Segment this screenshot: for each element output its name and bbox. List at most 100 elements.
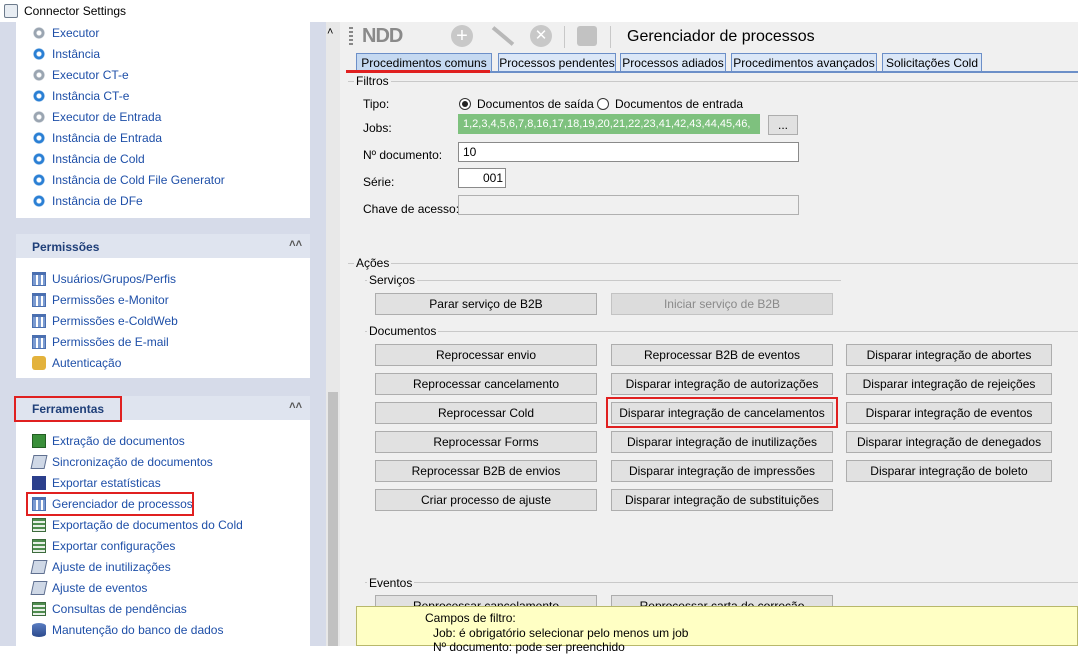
sidebar-item-ajuste-de-eventos[interactable]: Ajuste de eventos bbox=[30, 579, 148, 597]
delete-icon[interactable]: ✕ bbox=[530, 25, 552, 47]
tab-solicita-es-cold[interactable]: Solicitações Cold bbox=[882, 53, 982, 71]
window-titlebar: Connector Settings bbox=[0, 0, 1078, 22]
reprocessar-forms-button[interactable]: Reprocessar Forms bbox=[375, 431, 597, 453]
ferramentas-header[interactable]: Ferramentas ˄˄ bbox=[16, 396, 310, 420]
users-grid-icon bbox=[32, 314, 46, 328]
reprocessar-b2b-de-envios-button[interactable]: Reprocessar B2B de envios bbox=[375, 460, 597, 482]
sidebar-item-label: Ajuste de eventos bbox=[52, 581, 148, 595]
toolbar-scroll-up-icon[interactable]: ˄ bbox=[327, 26, 333, 38]
gear-blue-icon bbox=[32, 194, 46, 208]
documento-field[interactable]: 10 bbox=[458, 142, 799, 162]
disparar-integra-o-de-autoriza-es-button[interactable]: Disparar integração de autorizações bbox=[611, 373, 833, 395]
tab-processos-adiados[interactable]: Processos adiados bbox=[620, 53, 726, 71]
sidebar-item-inst-ncia-de-cold[interactable]: Instância de Cold bbox=[32, 150, 145, 168]
chave-field[interactable] bbox=[458, 195, 799, 215]
sidebar-item-label: Manutenção do banco de dados bbox=[52, 623, 224, 637]
jobs-field[interactable]: 1,2,3,4,5,6,7,8,16,17,18,19,20,21,22,23,… bbox=[458, 114, 760, 134]
sidebar-item-consultas-de-pend-ncias[interactable]: Consultas de pendências bbox=[32, 600, 187, 618]
page-icon bbox=[30, 560, 48, 574]
sidebar-item-permiss-es-e-coldweb[interactable]: Permissões e-ColdWeb bbox=[32, 312, 178, 330]
gear-blue-icon bbox=[32, 131, 46, 145]
tipo-entrada-radio[interactable] bbox=[597, 98, 609, 110]
export-icon[interactable] bbox=[577, 26, 597, 46]
sidebar-item-permiss-es-e-monitor[interactable]: Permissões e-Monitor bbox=[32, 291, 169, 309]
sidebar-item-permiss-es-de-e-mail[interactable]: Permissões de E-mail bbox=[32, 333, 169, 351]
reprocessar-cold-button[interactable]: Reprocessar Cold bbox=[375, 402, 597, 424]
sidebar-item-label: Sincronização de documentos bbox=[52, 455, 213, 469]
sidebar-item-inst-ncia-de-entrada[interactable]: Instância de Entrada bbox=[32, 129, 162, 147]
tab-procedimentos-avan-ados[interactable]: Procedimentos avançados bbox=[731, 53, 877, 71]
help-panel: Campos de filtro: Job: é obrigatório sel… bbox=[356, 606, 1078, 654]
page-icon bbox=[30, 455, 48, 469]
disparar-integra-o-de-eventos-button[interactable]: Disparar integração de eventos bbox=[846, 402, 1052, 424]
sidebar-item-usu-rios-grupos-perfis[interactable]: Usuários/Grupos/Perfis bbox=[32, 270, 176, 288]
sidebar-item-ajuste-de-inutiliza-es[interactable]: Ajuste de inutilizações bbox=[30, 558, 171, 576]
eventos-title: Eventos bbox=[367, 576, 415, 590]
permissoes-header[interactable]: Permissões ˄˄ bbox=[16, 234, 310, 258]
sidebar-item-label: Exportar estatísticas bbox=[52, 476, 161, 490]
criar-processo-de-ajuste-button[interactable]: Criar processo de ajuste bbox=[375, 489, 597, 511]
sidebar-item-sincroniza-o-de-documentos[interactable]: Sincronização de documentos bbox=[30, 453, 213, 471]
sidebar-item-label: Executor bbox=[52, 26, 100, 40]
chave-label: Chave de acesso: bbox=[363, 202, 460, 216]
sidebar-item-executor[interactable]: Executor bbox=[32, 24, 99, 42]
sidebar-scrollbar-thumb[interactable] bbox=[328, 392, 338, 646]
reprocessar-envio-button[interactable]: Reprocessar envio bbox=[375, 344, 597, 366]
sidebar-item-inst-ncia-de-cold-file-generator[interactable]: Instância de Cold File Generator bbox=[32, 171, 225, 189]
disparar-integra-o-de-denegados-button[interactable]: Disparar integração de denegados bbox=[846, 431, 1052, 453]
highlight-tab-underline bbox=[346, 70, 490, 73]
sidebar-item-executor-ct-e[interactable]: Executor CT-e bbox=[32, 66, 129, 84]
acoes-divider bbox=[348, 263, 1078, 264]
sidebar-item-exportar-estat-sticas[interactable]: Exportar estatísticas bbox=[32, 474, 161, 492]
sidebar-item-label: Extração de documentos bbox=[52, 434, 185, 448]
sidebar-item-label: Instância de Cold File Generator bbox=[52, 173, 225, 187]
ndd-logo-icon: NDD bbox=[362, 25, 403, 47]
iniciar-b2b-button[interactable]: Iniciar serviço de B2B bbox=[611, 293, 833, 315]
gear-blue-icon bbox=[32, 89, 46, 103]
collapse-chevron-icon: ˄˄ bbox=[289, 400, 302, 412]
sidebar-item-exportar-configura-es[interactable]: Exportar configurações bbox=[32, 537, 175, 555]
jobs-picker-button[interactable]: ... bbox=[768, 115, 798, 135]
sidebar-item-autentica-o[interactable]: Autenticação bbox=[32, 354, 121, 372]
tab-procedimentos-comuns[interactable]: Procedimentos comuns bbox=[356, 53, 492, 71]
chart-icon bbox=[32, 476, 46, 490]
database-icon bbox=[32, 623, 46, 637]
add-icon[interactable]: + bbox=[451, 25, 473, 47]
gear-blue-icon bbox=[32, 173, 46, 187]
parar-b2b-button[interactable]: Parar serviço de B2B bbox=[375, 293, 597, 315]
disparar-integra-o-de-inutiliza-es-button[interactable]: Disparar integração de inutilizações bbox=[611, 431, 833, 453]
sidebar-item-manuten-o-do-banco-de-dados[interactable]: Manutenção do banco de dados bbox=[32, 621, 223, 639]
tipo-entrada-label[interactable]: Documentos de entrada bbox=[615, 97, 743, 111]
sidebar-item-label: Instância CT-e bbox=[52, 89, 130, 103]
sidebar-item-label: Instância de Cold bbox=[52, 152, 145, 166]
tipo-saida-radio[interactable] bbox=[459, 98, 471, 110]
sidebar-item-exporta-o-de-documentos-do-cold[interactable]: Exportação de documentos do Cold bbox=[32, 516, 243, 534]
disparar-integra-o-de-substitui-es-button[interactable]: Disparar integração de substituições bbox=[611, 489, 833, 511]
disparar-integra-o-de-cancelamentos-button[interactable]: Disparar integração de cancelamentos bbox=[611, 402, 833, 424]
disparar-integra-o-de-rejei-es-button[interactable]: Disparar integração de rejeições bbox=[846, 373, 1052, 395]
gear-gray-icon bbox=[32, 110, 46, 124]
sidebar-item-gerenciador-de-processos[interactable]: Gerenciador de processos bbox=[32, 495, 193, 513]
tab-processos-pendentes[interactable]: Processos pendentes bbox=[498, 53, 616, 71]
sidebar-item-inst-ncia-de-dfe[interactable]: Instância de DFe bbox=[32, 192, 143, 210]
sidebar-item-inst-ncia[interactable]: Instância bbox=[32, 45, 100, 63]
users-grid-icon bbox=[32, 335, 46, 349]
window-title: Connector Settings bbox=[24, 4, 127, 18]
sidebar-item-inst-ncia-ct-e[interactable]: Instância CT-e bbox=[32, 87, 129, 105]
process-grid-icon bbox=[32, 497, 46, 511]
disparar-integra-o-de-boleto-button[interactable]: Disparar integração de boleto bbox=[846, 460, 1052, 482]
tipo-saida-label[interactable]: Documentos de saída bbox=[477, 97, 594, 111]
sidebar-item-label: Consultas de pendências bbox=[52, 602, 187, 616]
servicos-divider bbox=[365, 280, 841, 281]
gear-blue-icon bbox=[32, 47, 46, 61]
filtros-title: Filtros bbox=[354, 74, 391, 88]
sidebar-item-label: Permissões e-Monitor bbox=[52, 293, 169, 307]
reprocessar-b2b-de-eventos-button[interactable]: Reprocessar B2B de eventos bbox=[611, 344, 833, 366]
disparar-integra-o-de-impress-es-button[interactable]: Disparar integração de impressões bbox=[611, 460, 833, 482]
serie-field[interactable]: 001 bbox=[458, 168, 506, 188]
disparar-integra-o-de-abortes-button[interactable]: Disparar integração de abortes bbox=[846, 344, 1052, 366]
sidebar-item-extra-o-de-documentos[interactable]: Extração de documentos bbox=[32, 432, 185, 450]
reprocessar-cancelamento-button[interactable]: Reprocessar cancelamento bbox=[375, 373, 597, 395]
table-icon bbox=[32, 602, 46, 616]
sidebar-item-executor-de-entrada[interactable]: Executor de Entrada bbox=[32, 108, 161, 126]
